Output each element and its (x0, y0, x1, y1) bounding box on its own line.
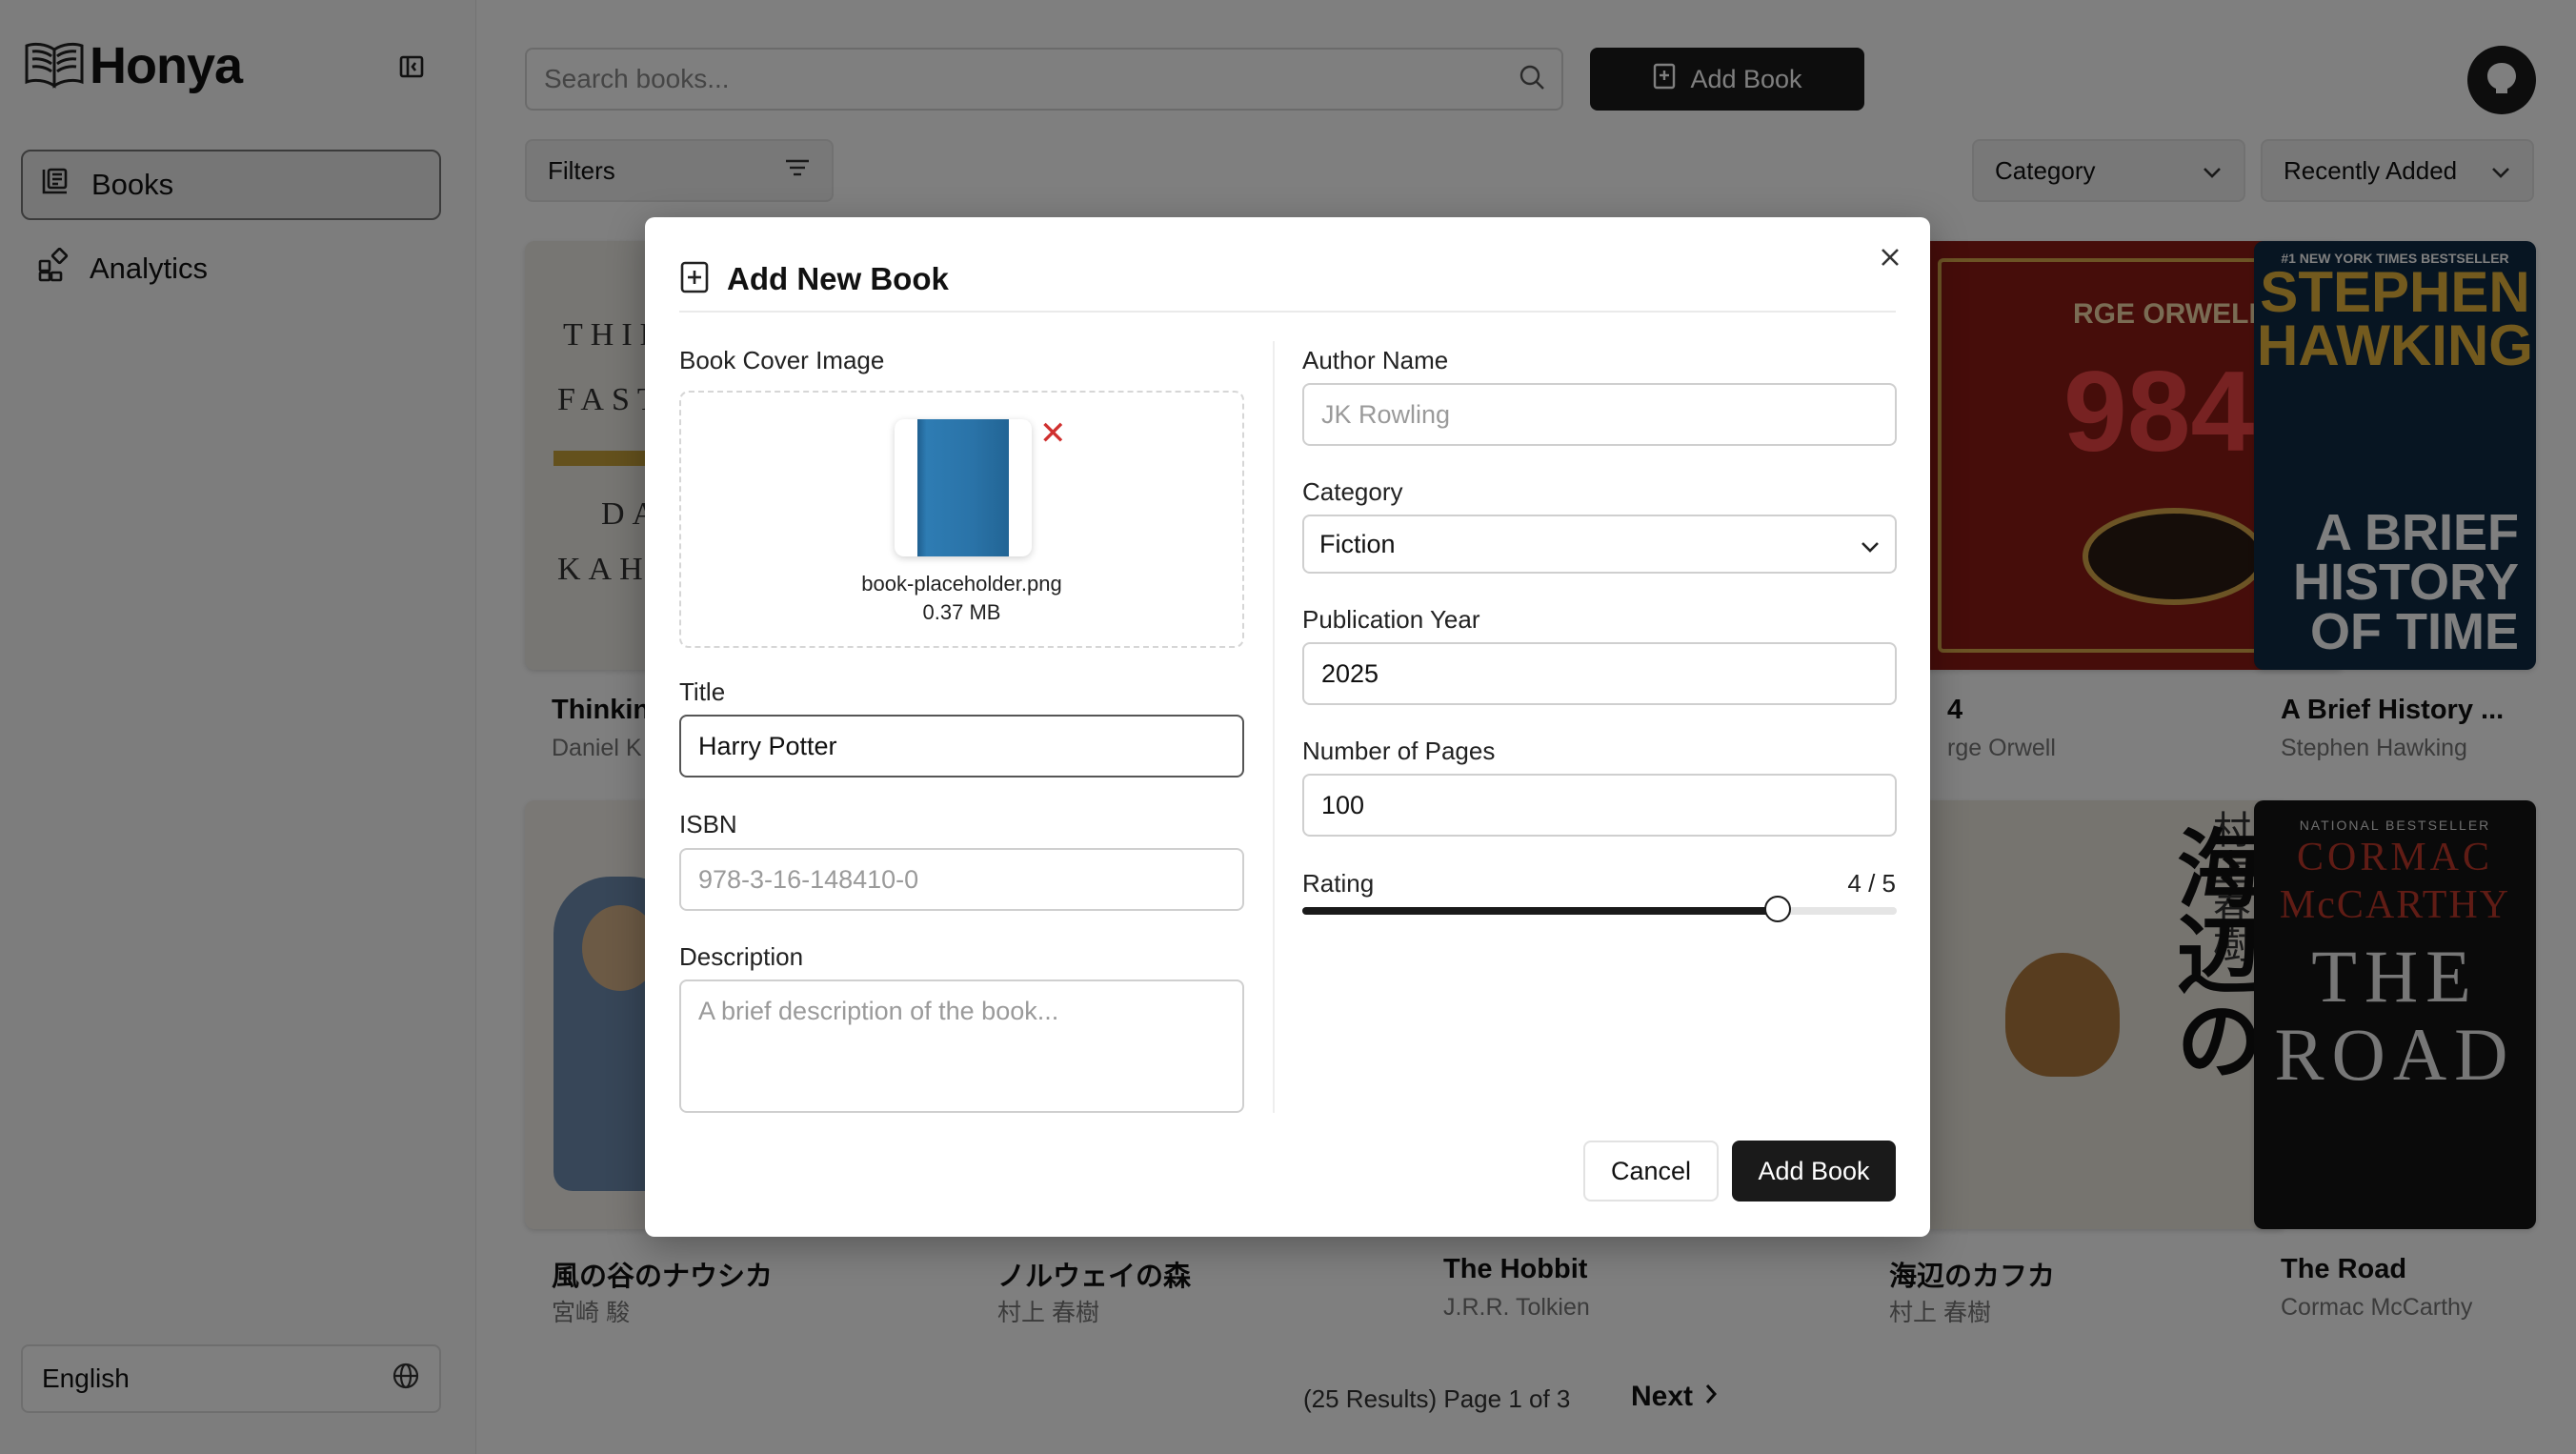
year-input[interactable] (1319, 657, 1880, 690)
chevron-down-icon (1861, 530, 1880, 559)
book-plus-icon (679, 260, 710, 299)
isbn-label: ISBN (679, 810, 737, 838)
category-selected-value: Fiction (1319, 529, 1396, 558)
submit-label: Add Book (1758, 1156, 1870, 1185)
rating-label: Rating (1302, 869, 1375, 898)
cancel-label: Cancel (1610, 1156, 1692, 1185)
pages-label: Number of Pages (1302, 737, 1496, 765)
submit-add-book-button[interactable]: Add Book (1732, 1141, 1896, 1202)
author-label: Author Name (1302, 346, 1449, 374)
cover-image-label: Book Cover Image (679, 346, 885, 374)
author-field[interactable] (1302, 383, 1897, 446)
year-field[interactable] (1302, 642, 1897, 705)
dialog-title: Add New Book (727, 261, 949, 296)
author-input[interactable] (1319, 398, 1880, 431)
title-label: Title (679, 677, 726, 706)
category-select[interactable]: Fiction (1302, 515, 1897, 574)
cover-dropzone[interactable]: ✕ book-placeholder.png 0.37 MB (679, 391, 1244, 648)
dialog-header: Add New Book (679, 248, 1896, 313)
close-button[interactable] (1871, 240, 1909, 278)
cover-thumbnail (895, 419, 1032, 556)
slider-handle[interactable] (1764, 896, 1792, 922)
close-icon: ✕ (1039, 415, 1067, 452)
title-input[interactable] (696, 730, 1227, 762)
isbn-input[interactable] (696, 863, 1227, 896)
close-icon (1880, 247, 1901, 273)
column-divider (1273, 341, 1275, 1113)
file-name: book-placeholder.png (861, 572, 1062, 596)
rating-slider[interactable] (1302, 896, 1897, 922)
year-label: Publication Year (1302, 605, 1480, 634)
pages-field[interactable] (1302, 774, 1897, 837)
remove-image-button[interactable]: ✕ (1039, 417, 1067, 450)
rating-value: 4 / 5 (1847, 869, 1896, 898)
cancel-button[interactable]: Cancel (1583, 1141, 1719, 1202)
file-size: 0.37 MB (922, 600, 1001, 624)
add-book-dialog: Add New Book Book Cover Image ✕ book-pla… (645, 217, 1930, 1237)
isbn-field[interactable] (679, 848, 1244, 911)
pages-input[interactable] (1319, 789, 1880, 821)
category-label: Category (1302, 477, 1403, 506)
description-label: Description (679, 942, 804, 971)
slider-fill (1302, 907, 1779, 915)
description-textarea[interactable] (696, 981, 1227, 1128)
description-field[interactable] (679, 979, 1244, 1128)
title-field[interactable] (679, 715, 1244, 777)
